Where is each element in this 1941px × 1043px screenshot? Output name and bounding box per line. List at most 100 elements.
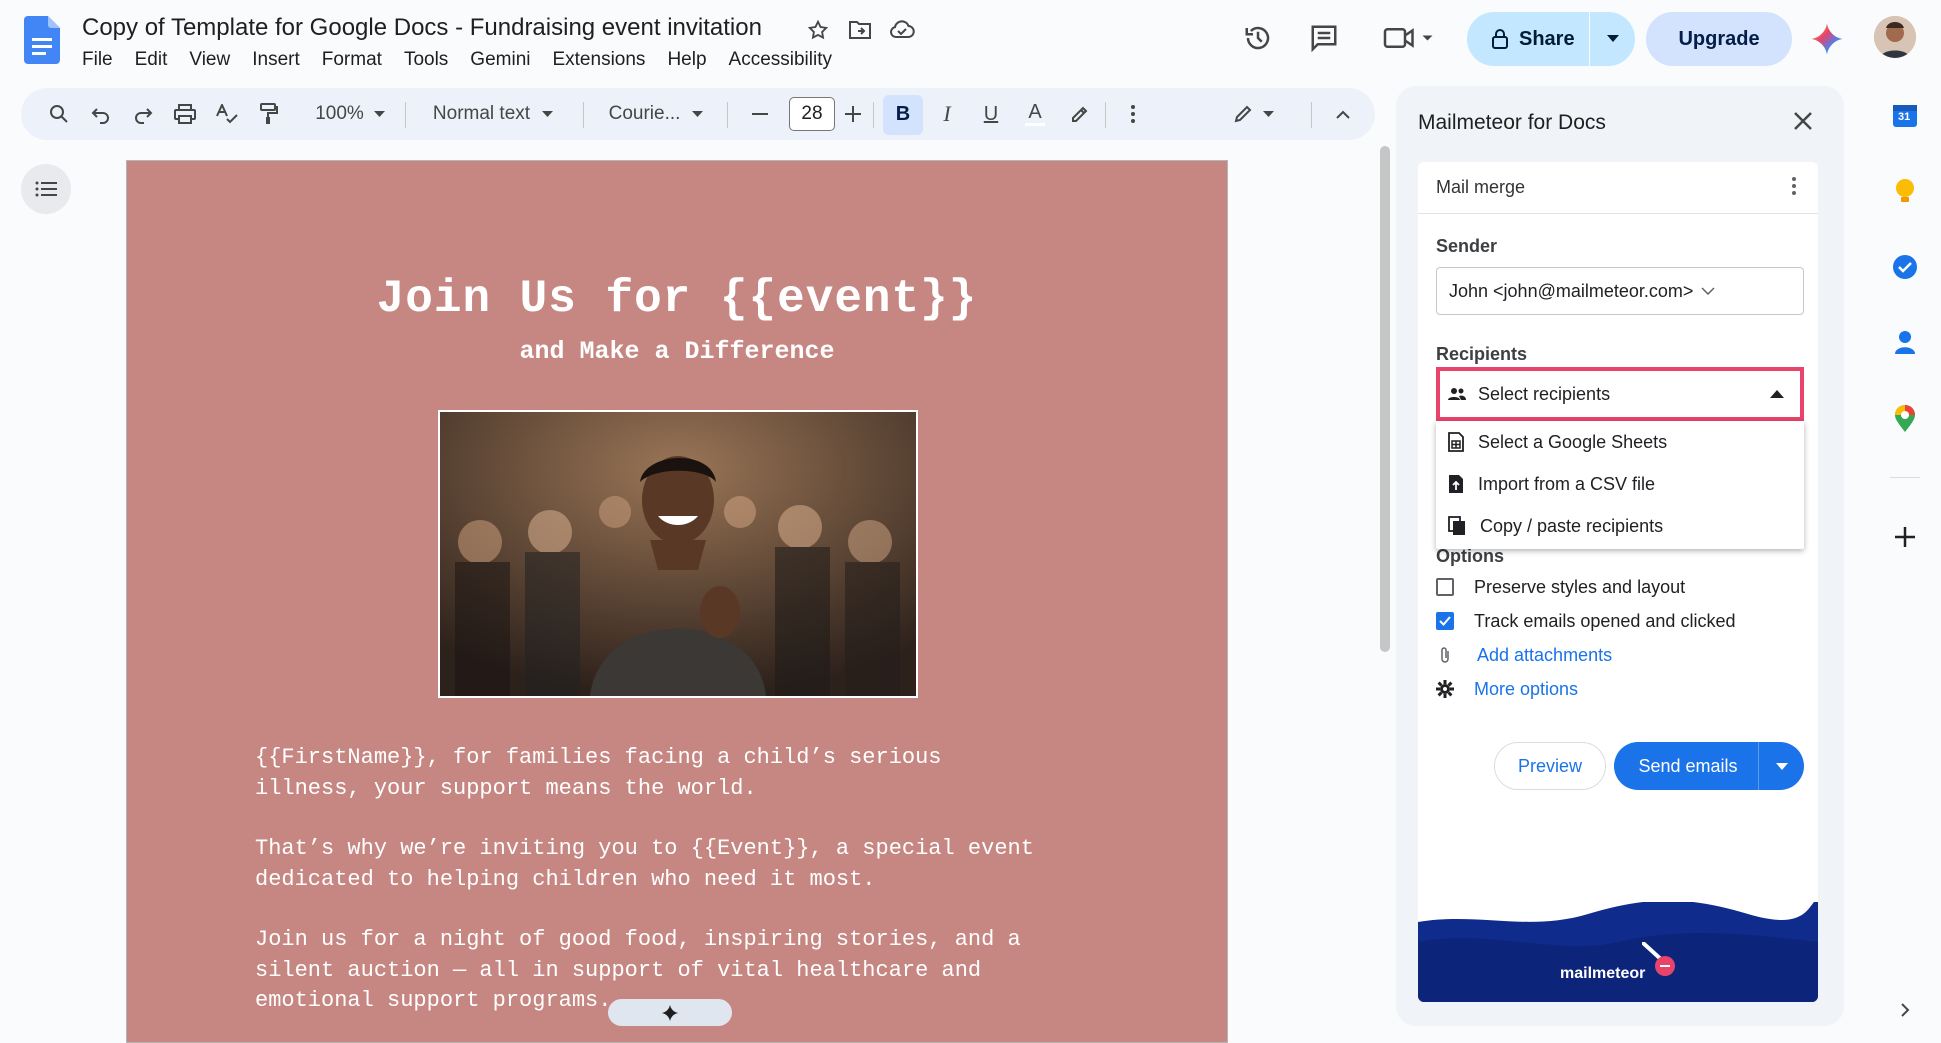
keep-icon[interactable] <box>1888 174 1922 208</box>
more-options-link[interactable]: More options <box>1436 676 1578 702</box>
decrease-font-size-icon[interactable] <box>743 88 777 140</box>
bold-button[interactable]: B <box>883 88 923 140</box>
meet-call-icon[interactable] <box>1378 20 1442 56</box>
options-label: Options <box>1436 546 1504 566</box>
sheets-icon <box>1448 432 1464 452</box>
event-photo[interactable] <box>438 410 918 698</box>
send-emails-label: Send emails <box>1638 755 1738 776</box>
zoom-value: 100% <box>315 103 364 124</box>
menu-item-google-sheets[interactable]: Select a Google Sheets <box>1436 421 1804 463</box>
mailmeteor-card: Mail merge Sender John <john@mailmeteor.… <box>1418 162 1818 1002</box>
text-color-label: A <box>1028 100 1042 123</box>
add-attachments-link[interactable]: Add attachments <box>1436 642 1612 668</box>
menu-help[interactable]: Help <box>667 49 706 71</box>
page-subheading: and Make a Difference <box>519 337 835 366</box>
chevron-down-icon <box>373 110 385 117</box>
sender-select[interactable]: John <john@mailmeteor.com> <box>1436 267 1804 315</box>
paragraph-1: {{FirstName}}, for families facing a chi… <box>255 745 942 801</box>
more-options-label: More options <box>1474 678 1579 699</box>
close-icon[interactable] <box>1792 110 1814 132</box>
version-history-icon[interactable] <box>1240 20 1276 56</box>
menu-insert[interactable]: Insert <box>252 49 300 71</box>
preview-button[interactable]: Preview <box>1494 742 1606 790</box>
share-label: Share <box>1519 27 1575 50</box>
spellcheck-icon[interactable] <box>209 88 245 140</box>
gemini-ask-button[interactable] <box>608 999 732 1026</box>
option-preserve-styles[interactable]: Preserve styles and layout <box>1436 574 1685 600</box>
menu-gemini[interactable]: Gemini <box>470 49 530 71</box>
menu-tools[interactable]: Tools <box>404 49 448 71</box>
font-family-select[interactable]: Courie... <box>597 88 715 140</box>
document-page[interactable]: Join Us for {{event}} and Make a Differe… <box>126 160 1228 1043</box>
menu-file[interactable]: File <box>82 49 113 71</box>
editing-mode-select[interactable] <box>1223 88 1283 140</box>
underline-button[interactable]: U <box>971 88 1011 140</box>
italic-button[interactable]: I <box>927 88 967 140</box>
contacts-icon[interactable] <box>1888 326 1922 360</box>
side-panel-title: Mailmeteor for Docs <box>1418 111 1606 134</box>
cloud-status-icon[interactable] <box>888 16 916 44</box>
menu-accessibility[interactable]: Accessibility <box>729 49 832 71</box>
preserve-styles-checkbox[interactable] <box>1436 578 1454 596</box>
menu-item-import-csv[interactable]: Import from a CSV file <box>1436 463 1804 505</box>
zoom-select[interactable]: 100% <box>305 88 395 140</box>
menu-bar: File Edit View Insert Format Tools Gemin… <box>82 49 854 71</box>
rail-divider <box>1890 477 1920 478</box>
option-track-emails[interactable]: Track emails opened and clicked <box>1436 608 1735 634</box>
add-attachments-label: Add attachments <box>1477 644 1613 665</box>
redo-icon[interactable] <box>125 88 161 140</box>
add-addon-icon[interactable] <box>1888 520 1922 554</box>
send-dropdown-icon[interactable] <box>1759 762 1804 770</box>
document-outline-icon[interactable] <box>21 164 71 214</box>
upgrade-button[interactable]: Upgrade <box>1646 12 1792 66</box>
more-options-icon[interactable] <box>1115 88 1151 140</box>
gemini-icon[interactable] <box>1810 22 1844 56</box>
sender-value: John <john@mailmeteor.com> <box>1449 280 1694 301</box>
document-title[interactable]: Copy of Template for Google Docs - Fundr… <box>82 14 762 42</box>
menu-edit[interactable]: Edit <box>135 49 168 71</box>
font-size-input[interactable]: 28 <box>789 97 835 131</box>
menu-item-label: Import from a CSV file <box>1478 473 1656 494</box>
expand-panel-icon[interactable] <box>1888 993 1922 1027</box>
menu-item-copy-paste[interactable]: Copy / paste recipients <box>1436 505 1804 547</box>
file-upload-icon <box>1449 475 1463 493</box>
calendar-icon[interactable]: 31 <box>1888 98 1922 132</box>
mailmeteor-side-panel: Mailmeteor for Docs Mail merge Sender Jo… <box>1396 86 1844 1026</box>
recipients-select[interactable]: Select recipients <box>1436 367 1804 421</box>
pencil-icon <box>1234 105 1251 123</box>
tasks-icon[interactable] <box>1888 250 1922 284</box>
preserve-styles-label: Preserve styles and layout <box>1474 576 1686 597</box>
calendar-badge: 31 <box>1898 111 1911 123</box>
star-icon[interactable] <box>804 16 832 44</box>
mode-header: Mail merge <box>1418 162 1818 214</box>
highlight-color-icon[interactable] <box>1059 88 1099 140</box>
kebab-menu-icon[interactable] <box>1792 176 1796 196</box>
search-icon[interactable] <box>41 88 77 140</box>
menu-extensions[interactable]: Extensions <box>552 49 645 71</box>
paragraph-style-select[interactable]: Normal text <box>419 88 567 140</box>
maps-icon[interactable] <box>1888 402 1922 436</box>
comments-icon[interactable] <box>1306 20 1342 56</box>
chevron-down-icon <box>1701 287 1715 295</box>
print-icon[interactable] <box>167 88 203 140</box>
scrollbar[interactable] <box>1380 146 1390 652</box>
menu-format[interactable]: Format <box>322 49 382 71</box>
docs-logo-icon[interactable] <box>24 16 60 64</box>
increase-font-size-icon[interactable] <box>835 88 871 140</box>
send-emails-button[interactable]: Send emails <box>1614 742 1804 790</box>
menu-view[interactable]: View <box>189 49 230 71</box>
paperclip-icon <box>1441 647 1449 663</box>
recipients-placeholder: Select recipients <box>1478 383 1611 404</box>
share-button[interactable]: Share <box>1467 12 1635 66</box>
paint-format-icon[interactable] <box>251 88 287 140</box>
collapse-menus-icon[interactable] <box>1325 88 1361 140</box>
track-emails-checkbox[interactable] <box>1436 612 1454 630</box>
lock-icon <box>1492 29 1508 49</box>
share-dropdown-icon[interactable] <box>1590 35 1635 43</box>
text-color-button[interactable]: A <box>1015 88 1055 140</box>
meteor-logo-icon <box>1642 942 1675 976</box>
move-folder-icon[interactable] <box>846 16 874 44</box>
avatar[interactable] <box>1874 16 1916 58</box>
mode-label: Mail merge <box>1436 177 1526 197</box>
undo-icon[interactable] <box>83 88 119 140</box>
